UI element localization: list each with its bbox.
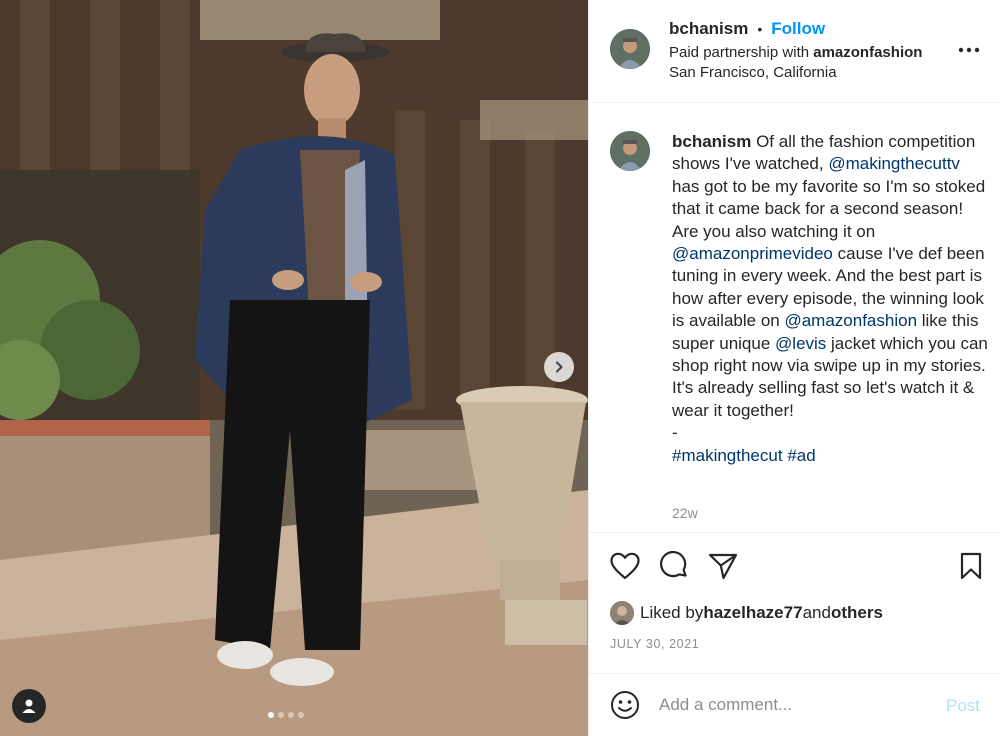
heart-icon [610,552,640,580]
caption-text: bchanism Of all the fashion competition … [672,131,992,467]
carousel-dot [278,712,284,718]
post-photo[interactable] [0,0,588,736]
emoji-button[interactable] [610,690,640,720]
location-link[interactable]: San Francisco, California [669,64,837,81]
like-button[interactable] [609,548,641,584]
avatar[interactable] [610,131,650,171]
comment-input[interactable] [659,692,929,718]
hashtag-link[interactable]: #ad [787,446,815,465]
comment-icon [660,551,687,578]
mention-link[interactable]: @levis [775,334,826,353]
fashion-photo [0,0,588,736]
post-comment-button[interactable]: Post [946,696,980,716]
mention-link[interactable]: @makingthecuttv [828,154,960,173]
likes-prefix: Liked by [640,603,704,622]
carousel-indicator [268,712,304,718]
post-header: bchanism • Follow Paid partnership with … [589,0,1000,103]
likes-others-link[interactable]: others [831,603,883,623]
profile-photo [610,29,650,69]
likes-summary: Liked by hazelhaze77 and others [610,601,883,625]
liker-avatar[interactable] [610,601,634,625]
more-options-button[interactable] [957,38,981,62]
comment-button[interactable] [658,548,690,584]
mention-link[interactable]: @amazonfashion [784,311,917,330]
carousel-dot [298,712,304,718]
post-date: JULY 30, 2021 [610,637,700,651]
partner-link[interactable]: amazonfashion [813,44,922,61]
caption-dash: - [672,423,678,443]
caption-timestamp: 22w [672,505,698,521]
caption-section: bchanism Of all the fashion competition … [589,103,1000,533]
profile-photo [610,131,650,171]
bookmark-icon [960,552,982,580]
post-details-panel: bchanism • Follow Paid partnership with … [588,0,1000,736]
user-tag-icon [22,699,36,713]
avatar[interactable] [610,29,650,69]
liker-username-link[interactable]: hazelhaze77 [703,603,802,623]
mention-link[interactable]: @amazonprimevideo [672,244,833,263]
carousel-dot [288,712,294,718]
partnership-prefix: Paid partnership with [669,44,814,61]
send-icon [708,553,738,580]
smiley-icon [611,691,639,719]
chevron-right-icon [556,361,563,373]
caption-segment: has got to be my favorite so I'm so stok… [672,176,986,241]
carousel-dot [268,712,274,718]
follow-button[interactable]: Follow [771,19,825,39]
action-bar [589,548,1000,584]
paid-partnership-label: Paid partnership with amazonfashion [669,44,922,61]
share-button[interactable] [707,548,739,584]
carousel-next-button[interactable] [544,352,574,382]
username-link[interactable]: bchanism [669,19,748,39]
likes-middle: and [802,603,831,622]
caption-username-link[interactable]: bchanism [672,132,751,151]
more-horizontal-icon [958,47,980,53]
save-button[interactable] [955,548,987,584]
tagged-users-button[interactable] [12,689,46,723]
comment-bar: Post [589,673,1000,736]
separator-dot: • [757,21,763,37]
hashtag-link[interactable]: #makingthecut [672,446,783,465]
header-title-line: bchanism • Follow [669,19,825,39]
liker-photo [610,601,634,625]
